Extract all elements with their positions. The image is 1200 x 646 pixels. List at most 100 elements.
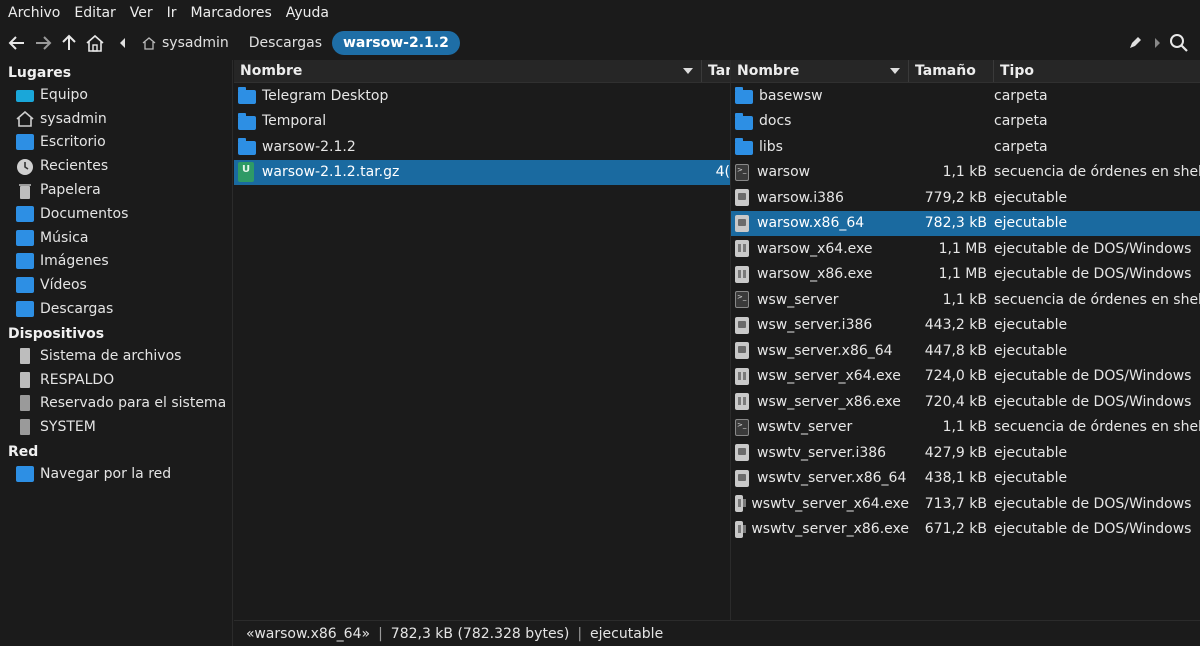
- sidebar-item-sistema-de-archivos[interactable]: Sistema de archivos: [0, 344, 232, 368]
- file-name-cell: warsow.i386: [731, 189, 909, 207]
- file-row[interactable]: wsw_server_x86.exe 720,4 kB ejecutable de …: [731, 389, 1200, 415]
- sidebar-item-escritorio[interactable]: Escritorio: [0, 131, 232, 155]
- column-header-name[interactable]: Nombre: [234, 60, 702, 82]
- menu-ir[interactable]: Ir: [163, 5, 181, 21]
- column-header-name[interactable]: Nombre: [731, 60, 909, 82]
- breadcrumb-warsow[interactable]: warsow-2.1.2: [331, 31, 460, 55]
- pencil-icon: [1130, 37, 1141, 48]
- desktop-folder-icon: [16, 134, 34, 151]
- up-button[interactable]: [56, 30, 82, 56]
- sidebar-item-reservado[interactable]: Reservado para el sistema: [0, 392, 232, 416]
- file-row-telegram-desktop[interactable]: Telegram Desktop: [234, 83, 730, 109]
- file-name: wsw_server.i386: [757, 317, 873, 334]
- breadcrumb-descargas[interactable]: Descargas: [239, 31, 332, 55]
- sidebar-item-documentos[interactable]: Documentos: [0, 202, 232, 226]
- file-row[interactable]: wswtv_server_x64.exe 713,7 kB ejecutable d…: [731, 491, 1200, 517]
- folder-icon: [238, 87, 256, 105]
- file-name: warsow.x86_64: [757, 215, 865, 232]
- file-size: 713,7 kB: [924, 495, 987, 512]
- file-size: 1,1 MB: [938, 266, 987, 283]
- sort-down-icon: [890, 68, 900, 74]
- file-row[interactable]: wsw_server.x86_64 447,8 kB ejecutable: [731, 338, 1200, 364]
- file-row[interactable]: wswtv_server 1,1 kB secuencia de órdenes e…: [731, 415, 1200, 441]
- sidebar-item-descargas[interactable]: Descargas: [0, 297, 232, 321]
- forward-button[interactable]: [30, 30, 56, 56]
- file-row[interactable]: wswtv_server_x86.exe 671,2 kB ejecutable d…: [731, 517, 1200, 543]
- file-type: secuencia de órdenes en shell: [994, 291, 1200, 308]
- file-name-cell: wswtv_server: [731, 418, 909, 436]
- breadcrumb-left-button[interactable]: [114, 30, 132, 56]
- file-name: basewsw: [759, 87, 823, 104]
- sidebar-item-system[interactable]: SYSTEM: [0, 415, 232, 439]
- menu-editar[interactable]: Editar: [70, 5, 119, 21]
- file-row[interactable]: warsow.i386 779,2 kB ejecutable: [731, 185, 1200, 211]
- file-row[interactable]: warsow 1,1 kB secuencia de órdenes en shel…: [731, 160, 1200, 186]
- arrow-up-icon: [62, 34, 76, 50]
- back-button[interactable]: [4, 30, 30, 56]
- column-header-size[interactable]: Tam: [702, 60, 730, 82]
- file-name: wsw_server.x86_64: [757, 342, 893, 359]
- sort-down-icon: [683, 68, 693, 74]
- folder-icon: [238, 138, 256, 156]
- file-name-cell: wsw_server.x86_64: [731, 342, 909, 360]
- windows-executable-icon: [735, 520, 747, 538]
- file-row[interactable]: docs carpeta: [731, 109, 1200, 135]
- file-row[interactable]: libs carpeta: [731, 134, 1200, 160]
- file-size: 447,8 kB: [924, 342, 987, 359]
- sidebar-item-videos[interactable]: Vídeos: [0, 273, 232, 297]
- status-file-size: 782,3 kB (782.328 bytes): [390, 625, 570, 642]
- file-row[interactable]: warsow_x86.exe 1,1 MB ejecutable de DOS/Wi…: [731, 262, 1200, 288]
- column-header-type[interactable]: Tipo: [994, 60, 1200, 82]
- file-row[interactable]: wsw_server 1,1 kB secuencia de órdenes en …: [731, 287, 1200, 313]
- sidebar-item-label: Imágenes: [40, 253, 109, 270]
- file-row[interactable]: wsw_server_x64.exe 724,0 kB ejecutable de …: [731, 364, 1200, 390]
- sidebar-item-label: Documentos: [40, 205, 129, 222]
- file-row[interactable]: wsw_server.i386 443,2 kB ejecutable: [731, 313, 1200, 339]
- breadcrumb-label: sysadmin: [162, 35, 229, 51]
- sidebar-item-musica[interactable]: Música: [0, 226, 232, 250]
- file-row[interactable]: warsow.x86_64 782,3 kB ejecutable: [731, 210, 1200, 236]
- file-name-cell: wswtv_server.i386: [731, 444, 909, 462]
- shell-script-icon: [735, 291, 749, 309]
- file-row[interactable]: warsow_x64.exe 1,1 MB ejecutable de DOS/Wi…: [731, 236, 1200, 262]
- file-row[interactable]: wswtv_server.i386 427,9 kB ejecutable: [731, 440, 1200, 466]
- sidebar-item-label: Vídeos: [40, 277, 87, 294]
- home-button[interactable]: [82, 30, 108, 56]
- file-type: secuencia de órdenes en shell: [994, 419, 1200, 436]
- file-name: wswtv_server.i386: [757, 444, 887, 461]
- file-name-cell: wswtv_server_x86.exe: [731, 520, 909, 538]
- search-button[interactable]: [1166, 30, 1192, 56]
- file-size: 427,9 kB: [924, 444, 987, 461]
- file-size: 782,3 kB: [924, 215, 987, 232]
- breadcrumb-sysadmin[interactable]: sysadmin: [132, 31, 239, 55]
- sidebar-item-respaldo[interactable]: RESPALDO: [0, 368, 232, 392]
- file-name-cell: docs: [731, 112, 909, 130]
- folder-icon: [735, 138, 753, 156]
- breadcrumb-right-button[interactable]: [1148, 30, 1166, 56]
- file-row-warsow-archive[interactable]: warsow-2.1.2.tar.gz 4(: [234, 159, 730, 185]
- menu-marcadores[interactable]: Marcadores: [187, 5, 276, 21]
- menu-ayuda[interactable]: Ayuda: [282, 5, 333, 21]
- file-size: 4(: [715, 164, 730, 181]
- sidebar-item-equipo[interactable]: Equipo: [0, 83, 232, 107]
- executable-icon: [735, 214, 749, 232]
- sidebar-item-papelera[interactable]: Papelera: [0, 178, 232, 202]
- menu-ver[interactable]: Ver: [126, 5, 157, 21]
- folder-icon: [238, 112, 256, 130]
- file-row-temporal[interactable]: Temporal: [234, 109, 730, 135]
- column-header-size[interactable]: Tamaño: [909, 60, 994, 82]
- sidebar-item-label: RESPALDO: [40, 371, 115, 388]
- column-header-label: Nombre: [737, 63, 800, 79]
- edit-location-button[interactable]: [1122, 30, 1148, 56]
- sidebar-item-sysadmin[interactable]: sysadmin: [0, 107, 232, 131]
- file-row[interactable]: basewsw carpeta: [731, 83, 1200, 109]
- file-type: ejecutable: [994, 317, 1068, 334]
- sidebar-item-recientes[interactable]: Recientes: [0, 154, 232, 178]
- sidebar-item-navegar-red[interactable]: Navegar por la red: [0, 462, 232, 486]
- sidebar-item-imagenes[interactable]: Imágenes: [0, 250, 232, 274]
- menu-archivo[interactable]: Archivo: [4, 5, 64, 21]
- file-name: docs: [759, 113, 792, 130]
- file-type: ejecutable de DOS/Windows: [994, 495, 1192, 512]
- file-row[interactable]: wswtv_server.x86_64 438,1 kB ejecutable: [731, 466, 1200, 492]
- file-row-warsow-folder[interactable]: warsow-2.1.2: [234, 134, 730, 160]
